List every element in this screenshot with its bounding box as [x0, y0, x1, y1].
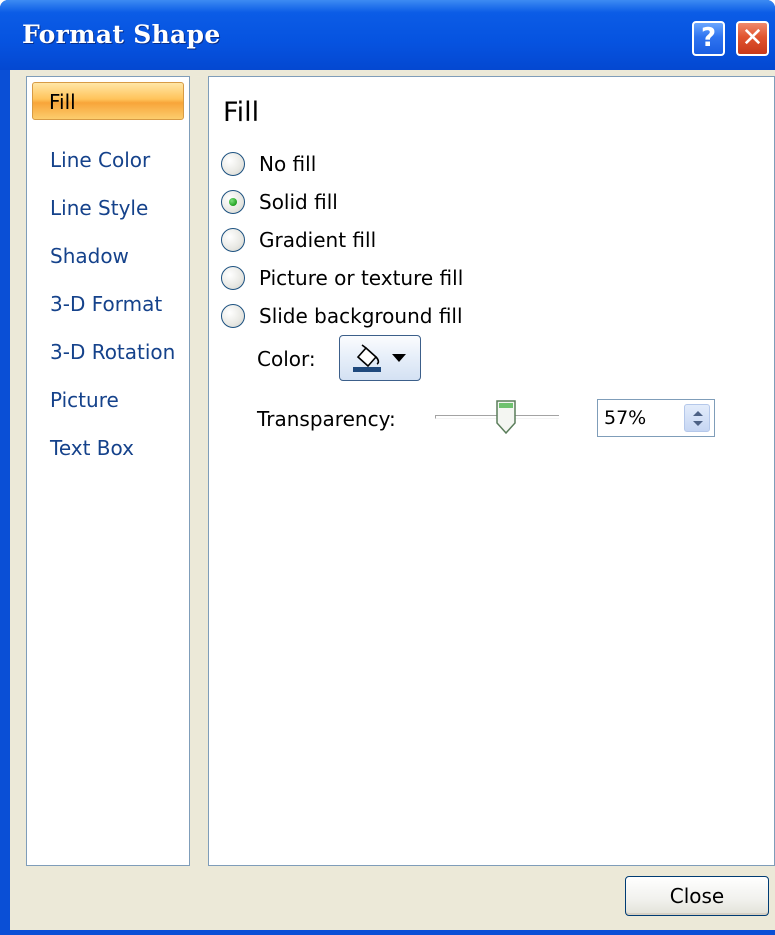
- nav-item-3d-format[interactable]: 3-D Format: [32, 285, 184, 323]
- fill-color-picker[interactable]: [339, 335, 421, 381]
- dialog-body: Fill Line Color Line Style Shadow 3-D Fo…: [10, 70, 775, 930]
- gradient-fill-label: Gradient fill: [259, 228, 377, 252]
- no-fill-option[interactable]: No fill: [221, 149, 316, 179]
- gradient-fill-radio[interactable]: [221, 228, 245, 252]
- paint-bucket-icon: [353, 344, 381, 372]
- transparency-label: Transparency:: [257, 407, 396, 431]
- slide-background-fill-option[interactable]: Slide background fill: [221, 301, 463, 331]
- color-label: Color:: [257, 347, 316, 371]
- transparency-value[interactable]: 57%: [604, 407, 646, 429]
- close-button[interactable]: Close: [625, 876, 769, 916]
- format-shape-dialog: Format Shape ? ✕ Fill Line Color Line St…: [0, 0, 775, 935]
- transparency-spinner[interactable]: 57%: [597, 399, 715, 437]
- picture-texture-fill-radio[interactable]: [221, 266, 245, 290]
- close-window-button[interactable]: ✕: [736, 21, 769, 56]
- nav-item-picture[interactable]: Picture: [32, 381, 184, 419]
- nav-item-3d-rotation[interactable]: 3-D Rotation: [32, 333, 184, 371]
- slide-background-fill-radio[interactable]: [221, 304, 245, 328]
- spin-up-icon[interactable]: [693, 411, 703, 416]
- spin-down-icon[interactable]: [693, 421, 703, 426]
- nav-item-fill[interactable]: Fill: [32, 82, 184, 120]
- help-button[interactable]: ?: [692, 21, 725, 56]
- nav-item-line-color[interactable]: Line Color: [32, 141, 184, 179]
- solid-fill-option[interactable]: Solid fill: [221, 187, 338, 217]
- gradient-fill-option[interactable]: Gradient fill: [221, 225, 376, 255]
- nav-item-shadow[interactable]: Shadow: [32, 237, 184, 275]
- picture-texture-fill-option[interactable]: Picture or texture fill: [221, 263, 463, 293]
- nav-item-text-box[interactable]: Text Box: [32, 429, 184, 467]
- solid-fill-label: Solid fill: [259, 190, 338, 214]
- category-list: Fill Line Color Line Style Shadow 3-D Fo…: [26, 76, 190, 866]
- title-bar[interactable]: Format Shape ? ✕: [0, 0, 775, 70]
- picture-texture-fill-label: Picture or texture fill: [259, 266, 464, 290]
- transparency-slider-thumb[interactable]: [495, 399, 517, 435]
- solid-fill-radio[interactable]: [221, 190, 245, 214]
- spin-buttons[interactable]: [684, 404, 710, 432]
- section-title: Fill: [223, 97, 260, 128]
- nav-item-line-style[interactable]: Line Style: [32, 189, 184, 227]
- slide-background-fill-label: Slide background fill: [259, 304, 463, 328]
- no-fill-label: No fill: [259, 152, 317, 176]
- dialog-title: Format Shape: [22, 20, 221, 49]
- fill-settings-panel: Fill No fill Solid fill Gradient fill Pi…: [208, 76, 775, 866]
- no-fill-radio[interactable]: [221, 152, 245, 176]
- window-bottom-border: [0, 930, 775, 935]
- dropdown-arrow-icon: [392, 354, 406, 362]
- fill-color-swatch: [353, 367, 381, 372]
